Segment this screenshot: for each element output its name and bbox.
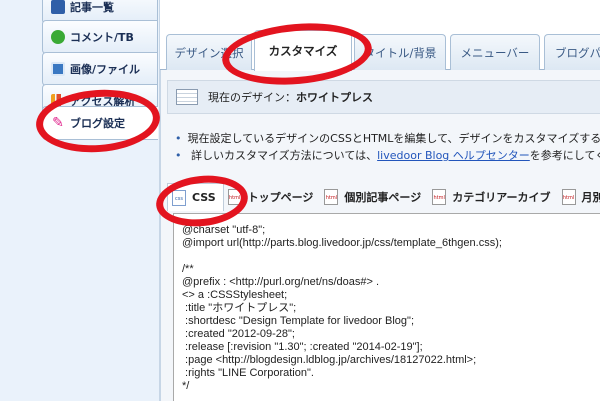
note-text: 詳しいカスタマイズ方法については、: [191, 149, 378, 162]
file-tab-label: CSS: [192, 191, 216, 204]
css-code-editor[interactable]: @charset "utf-8"; @import url(http://par…: [173, 213, 600, 401]
tab-label: デザイン選択: [174, 45, 244, 60]
code-line: :page <http://blogdesign.ldblog.jp/archi…: [182, 354, 477, 366]
sidebar-item-label: ブログ設定: [70, 117, 125, 130]
sidebar-item-label: 記事一覧: [70, 1, 114, 14]
file-tab-label: 個別記事ページ: [344, 191, 422, 204]
file-tab-monthly[interactable]: html 月別: [558, 183, 600, 211]
code-line: /**: [182, 263, 194, 275]
code-line: :created "2012-09-28";: [182, 328, 295, 340]
comment-icon: [51, 30, 65, 44]
code-line: :title "ホワイトプレス";: [182, 302, 297, 314]
file-tabs: css CSS html トップページ html 個別記事ページ html カテ…: [167, 182, 600, 212]
file-tab-top-page[interactable]: html トップページ: [224, 183, 321, 211]
design-thumbnail-icon: [176, 89, 198, 105]
tab-title-background[interactable]: タイトル/背景: [354, 34, 446, 70]
code-line: @charset "utf-8";: [182, 224, 266, 236]
file-tab-category-archive[interactable]: html カテゴリアーカイブ: [428, 183, 557, 211]
sidebar-item-blog-settings[interactable]: ✎ ブログ設定: [42, 106, 158, 140]
file-tab-article-page[interactable]: html 個別記事ページ: [320, 183, 428, 211]
file-tab-label: トップページ: [247, 191, 314, 204]
note-text: を参考にしてくださ: [529, 149, 600, 162]
note-text: 現在設定しているデザインのCSSとHTMLを編集して、デザインをカスタマイズする…: [187, 132, 600, 145]
code-line: <> a :CSSStylesheet;: [182, 289, 288, 301]
code-line: :shortdesc "Design Template for livedoor…: [182, 315, 414, 327]
current-design-name: ホワイトプレス: [296, 91, 373, 104]
code-line: @prefix : <http://purl.org/net/ns/doas#>…: [182, 276, 380, 288]
code-line: */: [182, 380, 190, 392]
tab-bar: デザイン選択 カスタマイズ タイトル/背景 メニューバー ブログパ: [160, 30, 600, 71]
tab-label: ブログパ: [555, 45, 600, 60]
sidebar: 記事一覧 コメント/TB 画像/ファイル アクセス解析 ✎ ブログ設定: [0, 0, 160, 401]
html-file-icon: html: [432, 189, 447, 205]
wrench-icon: ✎: [52, 115, 64, 131]
html-file-icon: html: [561, 189, 576, 205]
css-file-icon: css: [172, 189, 186, 206]
tab-blog-parts[interactable]: ブログパ: [544, 34, 600, 70]
code-line: @import url(http://parts.blog.livedoor.j…: [182, 237, 502, 249]
current-design-prefix: 現在のデザイン：: [208, 91, 296, 104]
file-tab-label: 月別: [581, 191, 600, 204]
tab-label: メニューバー: [460, 45, 530, 60]
tab-customize[interactable]: カスタマイズ: [254, 30, 352, 71]
tab-menubar[interactable]: メニューバー: [450, 34, 540, 70]
document-icon: [51, 0, 65, 14]
tab-label: カスタマイズ: [268, 44, 338, 58]
html-file-icon: html: [324, 189, 339, 205]
current-design-bar: 現在のデザイン： ホワイトプレス: [167, 80, 600, 114]
sidebar-item-comments[interactable]: コメント/TB: [42, 20, 158, 54]
customize-content: 現在のデザイン： ホワイトプレス 現在設定しているデザインのCSSとHTMLを編…: [160, 70, 600, 401]
code-line: :release [:revision "1.30"; :created "20…: [182, 341, 423, 353]
main-panel: デザイン選択 カスタマイズ タイトル/背景 メニューバー ブログパ 現在のデザイ…: [160, 0, 600, 401]
file-tab-css[interactable]: css CSS: [167, 183, 224, 211]
sidebar-item-label: コメント/TB: [70, 31, 134, 44]
html-file-icon: html: [227, 189, 242, 205]
tab-design-select[interactable]: デザイン選択: [166, 34, 252, 70]
sidebar-item-images[interactable]: 画像/ファイル: [42, 52, 158, 86]
image-icon: [51, 62, 65, 76]
note-item: 現在設定しているデザインのCSSとHTMLを編集して、デザインをカスタマイズする…: [175, 130, 600, 147]
notes-list: 現在設定しているデザインのCSSとHTMLを編集して、デザインをカスタマイズする…: [175, 130, 600, 164]
code-line: :rights "LINE Corporation".: [182, 367, 314, 379]
note-item: 詳しいカスタマイズ方法については、livedoor Blog ヘルプセンターを参…: [175, 147, 600, 164]
file-tab-label: カテゴリアーカイブ: [452, 191, 551, 204]
help-center-link[interactable]: livedoor Blog ヘルプセンター: [377, 149, 530, 162]
tab-label: タイトル/背景: [363, 45, 437, 60]
sidebar-item-label: 画像/ファイル: [70, 63, 141, 76]
